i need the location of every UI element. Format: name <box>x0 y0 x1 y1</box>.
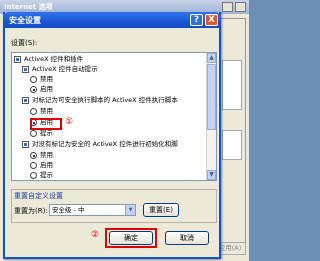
background-panel-area <box>222 130 242 160</box>
dialog-titlebar: 安全设置 ? X <box>3 12 221 28</box>
reset-to-label: 重置为(R): <box>14 207 48 215</box>
annotation-marker-1: ① <box>65 117 74 127</box>
chevron-down-icon[interactable]: ▼ <box>125 205 135 215</box>
scroll-down-icon[interactable]: ▼ <box>207 170 216 180</box>
settings-folder-icon <box>22 141 29 148</box>
ok-button[interactable]: 确定 <box>109 231 153 245</box>
close-button[interactable]: X <box>205 14 218 26</box>
scroll-thumb[interactable] <box>207 64 216 130</box>
background-zone-list <box>222 60 242 110</box>
settings-label: 设置(S): <box>11 39 38 47</box>
radio-button[interactable] <box>30 130 37 137</box>
reset-button[interactable]: 重置(E) <box>143 203 179 217</box>
radio-button[interactable] <box>30 108 37 115</box>
radio-button[interactable] <box>30 162 37 169</box>
vertical-scrollbar[interactable]: ▲ ▼ <box>206 53 216 180</box>
internet-options-title: Internet 选项 <box>4 3 53 11</box>
reset-level-value: 安全级 - 中 <box>52 206 85 214</box>
security-settings-dialog: 安全设置 ? X 设置(S): ActiveX 控件和插件 ActiveX 控件… <box>3 12 221 259</box>
radio-button[interactable] <box>30 76 37 83</box>
dialog-title: 安全设置 <box>9 16 41 25</box>
help-button[interactable]: ? <box>190 14 203 26</box>
reset-group-label: 重置自定义设置 <box>14 192 63 200</box>
radio-button[interactable] <box>30 172 37 179</box>
close-button-background[interactable] <box>235 2 246 12</box>
help-button-background[interactable] <box>222 2 233 12</box>
settings-folder-icon <box>22 97 29 104</box>
radio-button[interactable] <box>30 152 37 159</box>
radio-button[interactable] <box>30 86 37 93</box>
cancel-button[interactable]: 取消 <box>165 231 209 245</box>
scroll-up-icon[interactable]: ▲ <box>207 53 216 63</box>
settings-list[interactable]: ActiveX 控件和插件 ActiveX 控件自动提示 禁用 启用 对标记为可… <box>11 52 217 181</box>
settings-folder-icon <box>14 56 21 63</box>
reset-level-select[interactable]: 安全级 - 中 ▼ <box>49 204 136 216</box>
settings-folder-icon <box>22 66 29 73</box>
annotation-marker-2: ② <box>91 230 100 240</box>
annotation-highlight-enable <box>30 118 62 130</box>
